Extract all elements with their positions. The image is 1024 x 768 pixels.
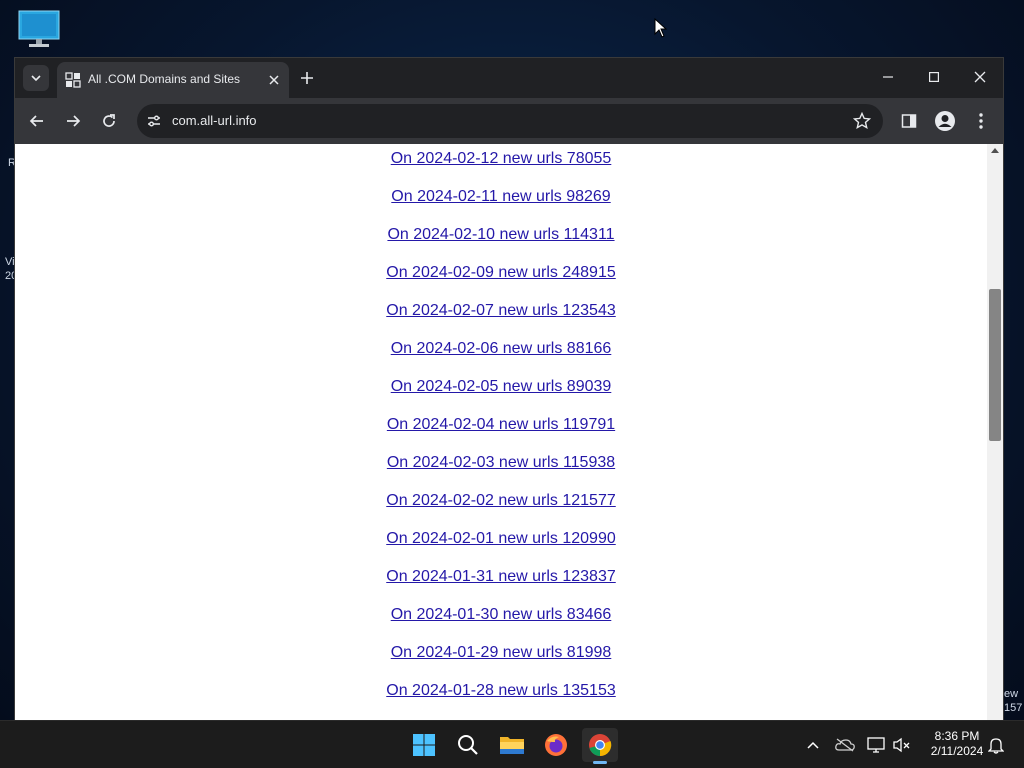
tab-title: All .COM Domains and Sites — [88, 72, 241, 86]
network-icon[interactable] — [866, 735, 886, 755]
arrow-left-icon — [29, 115, 43, 127]
date-link[interactable]: On 2024-02-07 new urls 123543 — [386, 302, 616, 319]
forward-button[interactable] — [59, 107, 87, 135]
date-link[interactable]: On 2024-02-03 new urls 115938 — [387, 454, 615, 471]
maximize-button[interactable] — [911, 58, 957, 96]
date-link[interactable]: On 2024-02-12 new urls 78055 — [391, 150, 612, 167]
side-panel-icon — [901, 114, 917, 128]
date-link[interactable]: On 2024-02-09 new urls 248915 — [386, 264, 616, 281]
date-link[interactable]: On 2024-01-30 new urls 83466 — [391, 606, 612, 623]
tab-close-button[interactable] — [265, 71, 283, 89]
list-item: On 2024-02-05 new urls 89039 — [15, 377, 987, 415]
this-pc-icon[interactable] — [16, 10, 62, 50]
file-explorer-button[interactable] — [494, 728, 530, 762]
date-link[interactable]: On 2024-02-06 new urls 88166 — [391, 340, 612, 357]
taskbar: 8:36 PM 2/11/2024 — [0, 720, 1024, 768]
chevron-down-icon — [31, 75, 41, 82]
list-item: On 2024-01-29 new urls 81998 — [15, 643, 987, 681]
profile-button[interactable] — [931, 107, 959, 135]
profile-icon — [935, 111, 955, 131]
site-favicon-icon — [65, 72, 81, 88]
url-text: com.all-url.info — [172, 113, 257, 128]
browser-window: All .COM Domains and Sites com.all-url.i… — [14, 57, 1004, 720]
scroll-up-arrow-icon[interactable] — [991, 148, 999, 153]
minimize-icon — [883, 76, 893, 78]
reload-button[interactable] — [95, 107, 123, 135]
list-item: On 2024-01-28 new urls 135153 — [15, 681, 987, 719]
date-link[interactable]: On 2024-02-01 new urls 120990 — [386, 530, 616, 547]
vertical-scrollbar[interactable] — [987, 144, 1003, 720]
url-link-list: On 2024-02-12 new urls 78055 On 2024-02-… — [15, 149, 987, 719]
browser-menu-button[interactable] — [967, 107, 995, 135]
back-button[interactable] — [23, 107, 51, 135]
list-item: On 2024-01-31 new urls 123837 — [15, 567, 987, 605]
show-hidden-icons-button[interactable] — [803, 735, 823, 755]
address-bar[interactable]: com.all-url.info — [137, 104, 883, 138]
volume-muted-icon[interactable] — [892, 735, 912, 755]
tab-strip: All .COM Domains and Sites — [15, 58, 1003, 98]
maximize-icon — [929, 72, 939, 82]
close-window-button[interactable] — [957, 58, 1003, 96]
firefox-button[interactable] — [538, 728, 574, 762]
side-panel-button[interactable] — [895, 107, 923, 135]
list-item: On 2024-02-12 new urls 78055 — [15, 149, 987, 187]
list-item: On 2024-02-01 new urls 120990 — [15, 529, 987, 567]
file-explorer-icon — [500, 737, 524, 754]
chrome-button[interactable] — [582, 728, 618, 762]
onedrive-icon[interactable] — [835, 735, 855, 755]
date-link[interactable]: On 2024-01-31 new urls 123837 — [386, 568, 616, 585]
list-item: On 2024-02-03 new urls 115938 — [15, 453, 987, 491]
active-app-indicator — [593, 761, 607, 764]
date-link[interactable]: On 2024-02-04 new urls 119791 — [387, 416, 615, 433]
chrome-icon — [589, 734, 612, 757]
list-item: On 2024-02-07 new urls 123543 — [15, 301, 987, 339]
date-link[interactable]: On 2024-02-10 new urls 114311 — [387, 226, 614, 243]
desktop-edge-label: ew — [1004, 688, 1019, 700]
browser-toolbar: com.all-url.info — [15, 98, 1003, 144]
bookmark-star-icon[interactable] — [852, 111, 872, 130]
list-item: On 2024-02-10 new urls 114311 — [15, 225, 987, 263]
list-item: On 2024-01-30 new urls 83466 — [15, 605, 987, 643]
chevron-up-icon — [807, 741, 819, 749]
mouse-cursor-icon — [654, 17, 668, 38]
plus-icon — [301, 72, 313, 84]
tab-active[interactable]: All .COM Domains and Sites — [57, 62, 289, 98]
reload-icon — [103, 114, 115, 127]
taskbar-search-button[interactable] — [450, 728, 486, 762]
more-vertical-icon — [979, 113, 983, 129]
start-button[interactable] — [406, 728, 442, 762]
notifications-bell-icon[interactable] — [986, 735, 1006, 755]
date-link[interactable]: On 2024-02-05 new urls 89039 — [391, 378, 612, 395]
desktop-edge-label: 157 — [1004, 702, 1023, 714]
date-link[interactable]: On 2024-01-28 new urls 135153 — [386, 682, 616, 699]
page-content: On 2024-02-12 new urls 78055 On 2024-02-… — [15, 144, 987, 720]
list-item: On 2024-02-06 new urls 88166 — [15, 339, 987, 377]
close-icon — [974, 71, 986, 83]
scrollbar-thumb[interactable] — [989, 289, 1001, 441]
date-link[interactable]: On 2024-01-29 new urls 81998 — [391, 644, 612, 661]
close-icon — [269, 75, 279, 85]
tab-search-button[interactable] — [23, 65, 49, 91]
start-icon — [413, 734, 435, 756]
new-tab-button[interactable] — [297, 68, 317, 88]
arrow-right-icon — [67, 115, 81, 127]
date-link[interactable]: On 2024-02-02 new urls 121577 — [386, 492, 616, 509]
firefox-icon — [545, 734, 567, 756]
list-item: On 2024-02-09 new urls 248915 — [15, 263, 987, 301]
site-settings-icon[interactable] — [146, 113, 162, 129]
list-item: On 2024-02-11 new urls 98269 — [15, 187, 987, 225]
date-link[interactable]: On 2024-02-11 new urls 98269 — [391, 188, 610, 205]
list-item: On 2024-02-02 new urls 121577 — [15, 491, 987, 529]
minimize-button[interactable] — [865, 58, 911, 96]
search-icon — [458, 735, 478, 755]
list-item: On 2024-02-04 new urls 119791 — [15, 415, 987, 453]
